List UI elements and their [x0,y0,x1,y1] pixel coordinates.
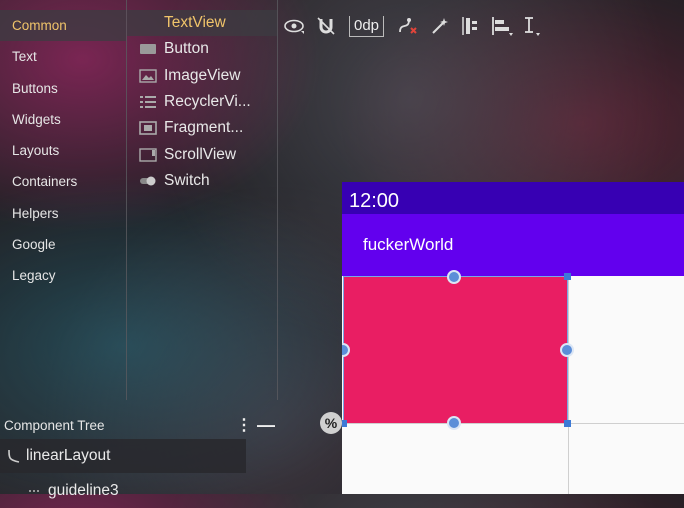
widget-switch[interactable]: Switch [127,168,277,194]
clear-constraints-icon[interactable] [392,11,424,41]
top-constraint-handle[interactable] [447,270,461,284]
eye-icon[interactable] [279,11,311,41]
palette-divider-right [277,0,278,400]
tree-row-label: guideline3 [48,482,119,499]
default-margin-field[interactable]: 0dp [349,15,385,37]
category-layouts[interactable]: Layouts [0,135,126,166]
category-text[interactable]: Text [0,41,126,72]
scrollview-icon [138,147,158,162]
resize-handle-bottom-left[interactable] [342,420,347,427]
widget-scrollview[interactable]: ScrollView [127,141,277,167]
fragment-icon [138,121,158,136]
widget-label: Button [164,40,209,58]
design-canvas[interactable]: 12:00 fuckerWorld [342,182,684,494]
category-google[interactable]: Google [0,229,126,260]
widget-label: RecyclerVi... [164,93,251,111]
right-constraint-handle[interactable] [560,343,574,357]
widget-fragment[interactable]: Fragment... [127,115,277,141]
guidelines-icon[interactable] [518,11,546,41]
widget-label: TextView [164,14,226,32]
percent-guideline-toggle[interactable]: % [320,412,342,434]
category-legacy[interactable]: Legacy [0,260,126,291]
horizontal-guideline[interactable] [342,423,684,424]
vertical-guideline[interactable] [568,276,569,494]
widget-button[interactable]: Button [127,36,277,62]
image-icon [138,69,158,83]
widget-label: Switch [164,171,210,189]
tree-row-linearlayout[interactable]: linearLayout [0,439,246,473]
palette-categories: Common Text Buttons Widgets Layouts Cont… [0,10,126,400]
resize-handle-top-right[interactable] [564,273,571,280]
guideline-icon [22,483,48,499]
more-options-icon[interactable]: ⋮ [234,415,254,435]
list-icon [138,95,158,109]
widget-recyclerview[interactable]: RecyclerVi... [127,89,277,115]
widget-label: ScrollView [164,145,237,163]
app-bar: fuckerWorld [342,214,684,276]
category-containers[interactable]: Containers [0,166,126,197]
collapse-icon[interactable]: — [254,415,278,436]
bottom-constraint-handle[interactable] [447,416,461,430]
textview-icon [138,16,158,30]
component-tree-header: Component Tree ⋮ — [0,410,278,440]
widget-textview[interactable]: TextView [127,10,277,37]
magnet-off-icon[interactable] [311,11,341,41]
tree-row-label: linearLayout [26,447,111,464]
category-helpers[interactable]: Helpers [0,198,126,229]
tree-row-guideline[interactable]: guideline3 [22,474,268,508]
resize-handle-bottom-right[interactable] [564,420,571,427]
widget-label: ImageView [164,66,241,84]
component-tree-title: Component Tree [4,417,105,433]
switch-icon [138,174,158,188]
infer-constraints-icon[interactable] [424,11,456,41]
category-common[interactable]: Common [0,10,126,42]
category-buttons[interactable]: Buttons [0,73,126,104]
palette-widgets: TextView Button ImageView RecyclerVi... … [127,10,277,194]
category-widgets[interactable]: Widgets [0,104,126,135]
app-title: fuckerWorld [363,235,454,254]
align-icon[interactable] [486,11,518,41]
pack-icon[interactable] [456,11,486,41]
widget-imageview[interactable]: ImageView [127,63,277,89]
button-icon [138,42,158,56]
layout-icon [0,448,26,464]
layout-toolbar: 0dp [279,8,684,44]
widget-label: Fragment... [164,119,244,137]
status-bar: 12:00 [342,182,684,214]
selected-view[interactable] [343,276,568,424]
status-time: 12:00 [349,190,400,212]
